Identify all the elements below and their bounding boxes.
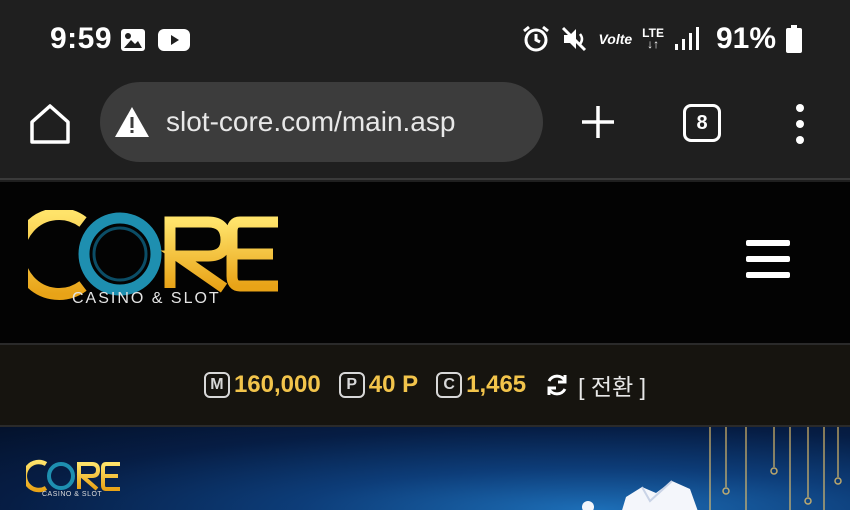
lte-icon: LTE ↓↑	[642, 27, 664, 51]
white-gem-decoration	[582, 480, 698, 510]
coin-icon: C	[436, 372, 463, 398]
coin-balance: C 1,465	[436, 371, 526, 399]
status-system-icons: Volte LTE ↓↑ 91%	[522, 22, 802, 56]
home-icon[interactable]	[28, 102, 72, 146]
point-icon: P	[338, 372, 365, 398]
status-time: 9:59	[50, 22, 113, 55]
hero-banner[interactable]: CASINO & SLOT	[0, 427, 850, 510]
url-text[interactable]: slot-core.com/main.asp	[166, 106, 455, 138]
alarm-icon	[523, 25, 550, 52]
more-vert-icon[interactable]	[790, 102, 810, 146]
battery-icon	[786, 25, 802, 53]
switch-label[interactable]: [ 전환 ]	[578, 368, 646, 402]
point-balance: P 40 P	[338, 371, 419, 399]
switch-button[interactable]: [ 전환 ]	[544, 368, 646, 402]
banner-core-logo	[26, 459, 120, 493]
coin-value: 1,465	[466, 371, 527, 398]
signal-icon	[674, 27, 699, 50]
circuit-lines-decoration	[709, 427, 842, 510]
tab-count: 8	[696, 111, 708, 134]
browser-toolbar: slot-core.com/main.asp 8	[0, 82, 850, 180]
status-notification-icons	[120, 28, 190, 52]
site-header: CASINO & SLOT	[0, 182, 850, 343]
data-arrows: ↓↑	[647, 37, 660, 51]
money-balance: M 160,000	[203, 371, 321, 399]
money-value: 160,000	[233, 371, 321, 398]
refresh-icon[interactable]	[544, 372, 570, 398]
tab-switcher-button[interactable]: 8	[683, 104, 721, 142]
image-icon	[121, 29, 145, 51]
youtube-icon	[158, 29, 190, 51]
banner-logo-subtitle: CASINO & SLOT	[42, 491, 103, 498]
battery-percentage: 91%	[715, 22, 776, 55]
hamburger-menu-icon[interactable]	[746, 240, 790, 278]
money-icon: M	[203, 372, 230, 398]
logo-subtitle: CASINO & SLOT	[72, 290, 221, 307]
point-value: 40 P	[368, 371, 419, 398]
address-bar[interactable]: slot-core.com/main.asp	[100, 82, 543, 162]
warning-icon[interactable]	[114, 105, 150, 139]
mute-icon	[562, 26, 587, 52]
volte-icon: Volte	[598, 31, 633, 47]
plus-icon[interactable]	[578, 100, 618, 144]
status-bar: 9:59 Volte LTE ↓↑ 91%	[0, 0, 850, 82]
balance-bar: M 160,000 P 40 P C 1,465 [ 전환 ]	[0, 343, 850, 427]
